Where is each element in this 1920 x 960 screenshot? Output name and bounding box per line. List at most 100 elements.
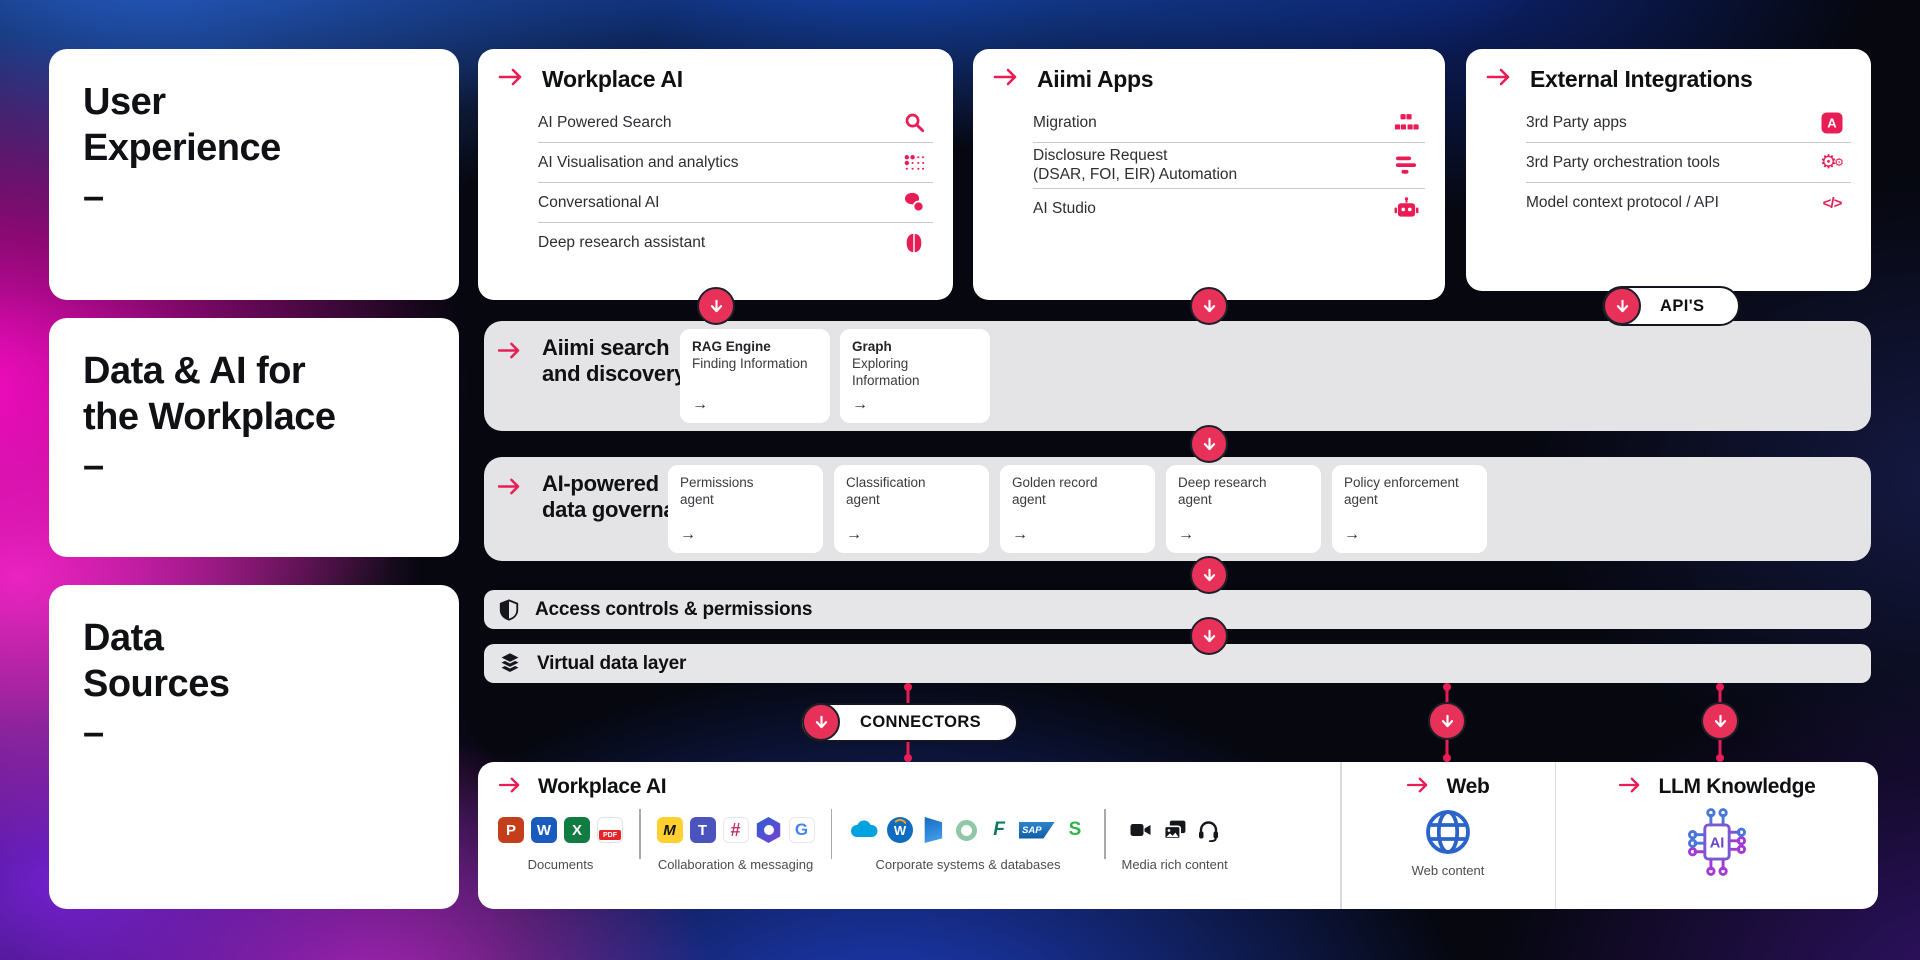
group-caption: Media rich content (1122, 857, 1228, 872)
row-aiimi-search-discovery: Aiimi search and discovery RAG Engine Fi… (484, 321, 1871, 431)
group-caption: Corporate systems & databases (876, 857, 1061, 872)
flow-down-circle (1603, 287, 1641, 325)
list-item: 3rd Party apps A (1526, 103, 1851, 143)
arrow-right-icon: → (1344, 527, 1475, 543)
connector-dot (1443, 754, 1451, 762)
arrow-right-icon (1406, 776, 1430, 799)
arrow-right-icon (498, 67, 524, 92)
connector-dot (904, 754, 912, 762)
card-workplace-ai: Workplace AI AI Powered Search AI Visual… (478, 49, 953, 300)
arrow-right-icon (993, 67, 1019, 92)
left-card-title: Data & AI for the Workplace (83, 348, 425, 441)
layers-icon (498, 651, 522, 677)
group-collaboration: M T # G Collaboration & messaging (657, 813, 815, 872)
svg-text:A: A (1827, 115, 1837, 130)
dynamics-365-icon (920, 817, 946, 843)
globe-icon (1424, 808, 1472, 856)
list-item: 3rd Party orchestration tools ⚙⚙ (1526, 143, 1851, 183)
list-item: Conversational AI (538, 183, 933, 223)
microsoft-365-icon (756, 817, 782, 843)
connector-dot (904, 683, 912, 691)
sap-icon: SAP (1019, 822, 1055, 839)
fabric-icon: F (986, 817, 1012, 843)
permissions-agent-card[interactable]: Permissions agent → (668, 465, 823, 553)
arrow-right-icon: → (680, 527, 811, 543)
graph-card[interactable]: Graph Exploring Information → (840, 329, 990, 423)
salesforce-icon (848, 819, 880, 841)
arrow-right-icon: → (1012, 527, 1143, 543)
list-item: AI Powered Search (538, 103, 933, 143)
left-card-user-experience: User Experience – (49, 49, 459, 300)
arrow-right-icon: → (852, 397, 978, 413)
group-divider (1104, 809, 1106, 859)
list-item: Model context protocol / API </> (1526, 183, 1851, 223)
shield-icon (498, 598, 520, 622)
bar-virtual-data-layer: Virtual data layer (484, 644, 1871, 683)
left-card-title: Data Sources (83, 615, 425, 708)
flow-down-circle (1190, 425, 1228, 463)
list-item: Migration (1033, 103, 1425, 143)
google-icon: G (789, 817, 815, 843)
gears-icon: ⚙⚙ (1815, 153, 1849, 172)
miro-icon: M (657, 817, 683, 843)
teams-icon: T (690, 817, 716, 843)
golden-record-agent-card[interactable]: Golden record agent → (1000, 465, 1155, 553)
card-external-integrations: External Integrations 3rd Party apps A 3… (1466, 49, 1871, 291)
servicenow-icon: S (1062, 817, 1088, 843)
deep-research-agent-card[interactable]: Deep research agent → (1166, 465, 1321, 553)
list-item: Deep research assistant (538, 223, 933, 263)
arrow-right-icon (497, 341, 522, 387)
chat-icon (897, 192, 931, 214)
chip-label: AI (1710, 835, 1725, 851)
powerpoint-icon: P (498, 817, 524, 843)
left-card-dash: – (83, 447, 425, 485)
group-divider (831, 809, 833, 859)
section-llm-knowledge: LLM Knowledge AI (1556, 762, 1878, 909)
section-title: Workplace AI (538, 775, 666, 799)
workday-icon: W (887, 817, 913, 843)
card-aiimi-apps: Aiimi Apps Migration Disclosure Request … (973, 49, 1445, 300)
arrow-right-icon (1618, 776, 1642, 799)
web-caption: Web content (1412, 863, 1485, 878)
group-documents: P W X PDF Documents (498, 813, 623, 872)
group-media-rich: Media rich content (1122, 813, 1228, 872)
classification-agent-card[interactable]: Classification agent → (834, 465, 989, 553)
connector-dot (1443, 683, 1451, 691)
search-icon (897, 111, 931, 134)
connector-dot (1716, 683, 1724, 691)
section-title: Web (1446, 775, 1489, 799)
card-title: External Integrations (1530, 66, 1752, 93)
group-corporate-systems: W F SAP S Corporate systems & databases (848, 813, 1088, 872)
row-title: Aiimi search and discovery (542, 335, 686, 387)
flow-down-circle (1428, 702, 1466, 740)
ai-chip-icon: AI (1678, 803, 1756, 881)
flow-down-circle (1190, 287, 1228, 325)
bar-label: Virtual data layer (537, 653, 686, 675)
connector-dot (1716, 754, 1724, 762)
card-data-sources-detail: Workplace AI P W X PDF Documents M (478, 762, 1878, 909)
arrow-right-icon: → (692, 397, 818, 413)
robot-icon (1389, 197, 1423, 220)
rag-engine-card[interactable]: RAG Engine Finding Information → (680, 329, 830, 423)
section-workplace-ai-sources: Workplace AI P W X PDF Documents M (478, 762, 1340, 909)
brain-icon (897, 231, 931, 255)
left-card-dash: – (83, 714, 425, 752)
arrow-right-icon (1486, 67, 1512, 92)
slack-icon: # (723, 817, 749, 843)
arrow-right-icon (498, 776, 522, 799)
app-store-icon: A (1815, 112, 1849, 134)
apis-pill-label: API'S (1660, 297, 1704, 316)
flow-down-circle (1190, 556, 1228, 594)
group-divider (639, 809, 641, 859)
policy-enforcement-agent-card[interactable]: Policy enforcement agent → (1332, 465, 1487, 553)
blocks-icon (1389, 112, 1423, 133)
connectors-pill-label: CONNECTORS (860, 713, 981, 732)
bar-label: Access controls & permissions (535, 599, 812, 621)
group-caption: Collaboration & messaging (658, 857, 813, 872)
section-title: LLM Knowledge (1658, 775, 1815, 799)
word-icon: W (531, 817, 557, 843)
left-card-data-sources: Data Sources – (49, 585, 459, 909)
headset-icon (1196, 818, 1221, 842)
excel-icon: X (564, 817, 590, 843)
list-item: AI Studio (1033, 189, 1425, 229)
